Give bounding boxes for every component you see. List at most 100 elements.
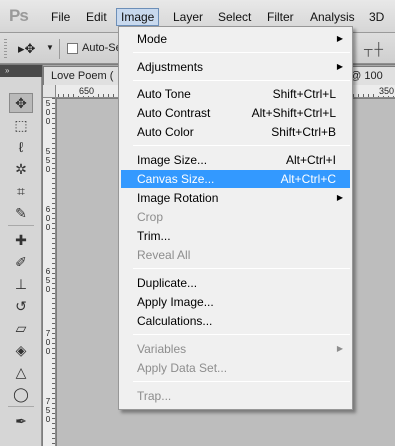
menu-item-apply-data-set[interactable]: Apply Data Set... (121, 359, 350, 377)
submenu-arrow-icon: ▶ (336, 344, 343, 353)
ruler-label: 5 (44, 276, 52, 285)
menu-item-label: Apply Image... (137, 295, 214, 309)
menu-item-auto-contrast[interactable]: Auto Contrast Alt+Shift+Ctrl+L (121, 104, 350, 122)
marquee-tool-icon[interactable]: ⬚ (9, 115, 33, 135)
move-tool-icon[interactable]: ▸✥ (18, 41, 35, 57)
ruler-label: 0 (44, 223, 52, 232)
menu-item-label: Mode (137, 32, 168, 46)
menu-item-trim[interactable]: Trim... (121, 227, 350, 245)
ruler-label: 0 (44, 347, 52, 356)
menu-3d[interactable]: 3D (365, 8, 388, 26)
menu-item-crop[interactable]: Crop (121, 208, 350, 226)
menu-item-canvas-size[interactable]: Canvas Size... Alt+Ctrl+C (121, 170, 350, 188)
ruler-label: 0 (44, 117, 52, 126)
menu-item-label: Canvas Size... (137, 172, 215, 186)
auto-select-checkbox[interactable] (67, 43, 78, 54)
ruler-label: 5 (44, 406, 52, 415)
ruler-label: 0 (44, 415, 52, 424)
ruler-label: 0 (44, 108, 52, 117)
paint-bucket-icon[interactable]: ◈ (9, 340, 33, 360)
menu-item-label: Duplicate... (137, 276, 198, 290)
ruler-label: 6 (44, 205, 52, 214)
menu-item-adjustments[interactable]: Adjustments ▶ (121, 58, 350, 76)
menu-item-shortcut: Alt+Ctrl+I (285, 153, 336, 167)
menu-separator (133, 52, 350, 53)
menu-item-image-size[interactable]: Image Size... Alt+Ctrl+I (121, 151, 350, 169)
menu-select[interactable]: Select (214, 8, 255, 26)
menu-item-trap[interactable]: Trap... (121, 387, 350, 405)
dodge-tool-icon[interactable]: ◯ (9, 384, 33, 404)
menu-layer[interactable]: Layer (169, 8, 207, 26)
blur-tool-icon[interactable]: △ (9, 362, 33, 382)
menu-item-label: Calculations... (137, 314, 213, 328)
panel-grip[interactable] (4, 39, 7, 58)
eraser-icon[interactable]: ▱ (9, 318, 33, 338)
menu-item-shortcut: Shift+Ctrl+L (272, 87, 336, 101)
menu-item-reveal-all[interactable]: Reveal All (121, 246, 350, 264)
menu-item-label: Crop (137, 210, 164, 224)
ruler-label: 7 (44, 329, 52, 338)
clone-stamp-icon[interactable]: ⊥ (9, 274, 33, 294)
menu-item-variables[interactable]: Variables ▶ (121, 340, 350, 358)
ruler-label: 5 (44, 156, 52, 165)
menu-image[interactable]: Image (116, 8, 160, 26)
menu-item-label: Auto Contrast (137, 106, 211, 120)
divider (8, 225, 34, 226)
tools-panel: » ✥ ⬚ ℓ ✲ ⌗ ✎ ✚ ✐ ⊥ ↺ ▱ ◈ △ ◯ ✒ (0, 65, 42, 446)
menu-item-label: Trim... (137, 229, 171, 243)
menu-item-mode[interactable]: Mode ▶ (121, 30, 350, 48)
menu-separator (133, 145, 350, 146)
crop-tool-icon[interactable]: ⌗ (9, 181, 33, 201)
menu-item-shortcut: Shift+Ctrl+B (271, 125, 336, 139)
ruler-label: 0 (44, 338, 52, 347)
healing-brush-icon[interactable]: ✚ (9, 230, 33, 250)
submenu-arrow-icon: ▶ (336, 193, 343, 202)
menu-separator (133, 334, 350, 335)
menu-separator (133, 80, 350, 81)
menu-item-auto-tone[interactable]: Auto Tone Shift+Ctrl+L (121, 85, 350, 103)
photoshop-logo: Ps (9, 6, 29, 25)
ruler-label: 650 (78, 86, 96, 96)
collapse-icon[interactable]: » (0, 65, 42, 77)
lasso-tool-icon[interactable]: ℓ (9, 137, 33, 157)
menu-item-shortcut: Alt+Shift+Ctrl+L (251, 106, 336, 120)
menu-item-label: Reveal All (137, 248, 191, 262)
menu-item-label: Auto Color (137, 125, 194, 139)
menu-item-duplicate[interactable]: Duplicate... (121, 274, 350, 292)
eyedropper-icon[interactable]: ✎ (9, 203, 33, 223)
ruler-label: 6 (44, 267, 52, 276)
brush-tool-icon[interactable]: ✐ (9, 252, 33, 272)
menu-item-label: Auto Tone (137, 87, 191, 101)
menu-item-calculations[interactable]: Calculations... (121, 312, 350, 330)
submenu-arrow-icon: ▶ (336, 62, 343, 71)
divider (59, 39, 60, 59)
menu-separator (133, 268, 350, 269)
chevron-down-icon[interactable]: ▼ (46, 43, 54, 52)
menu-item-apply-image[interactable]: Apply Image... (121, 293, 350, 311)
menu-filter[interactable]: Filter (263, 8, 298, 26)
menu-analysis[interactable]: Analysis (306, 8, 359, 26)
menu-item-label: Image Rotation (137, 191, 219, 205)
align-icon[interactable]: ┬┼ (364, 42, 385, 56)
divider (8, 406, 34, 407)
menu-file[interactable]: File (47, 8, 74, 26)
menu-item-label: Apply Data Set... (137, 361, 228, 375)
pen-tool-icon[interactable]: ✒ (9, 411, 33, 431)
image-menu-dropdown: Mode ▶ Adjustments ▶ Auto Tone Shift+Ctr… (118, 26, 353, 410)
menu-item-label: Image Size... (137, 153, 208, 167)
ruler-origin[interactable] (43, 85, 56, 98)
menu-edit[interactable]: Edit (82, 8, 111, 26)
document-tab[interactable]: Love Poem ( (43, 66, 123, 85)
history-brush-icon[interactable]: ↺ (9, 296, 33, 316)
ruler-label: 5 (44, 147, 52, 156)
ruler-label: 7 (44, 397, 52, 406)
menu-item-label: Trap... (137, 389, 172, 403)
menu-item-auto-color[interactable]: Auto Color Shift+Ctrl+B (121, 123, 350, 141)
submenu-arrow-icon: ▶ (336, 34, 343, 43)
ruler-label: 0 (44, 165, 52, 174)
move-tool-icon[interactable]: ✥ (9, 93, 33, 113)
menu-item-label: Adjustments (137, 60, 204, 74)
quick-select-icon[interactable]: ✲ (9, 159, 33, 179)
menu-item-image-rotation[interactable]: Image Rotation ▶ (121, 189, 350, 207)
auto-select-label: Auto-Se (82, 42, 122, 54)
